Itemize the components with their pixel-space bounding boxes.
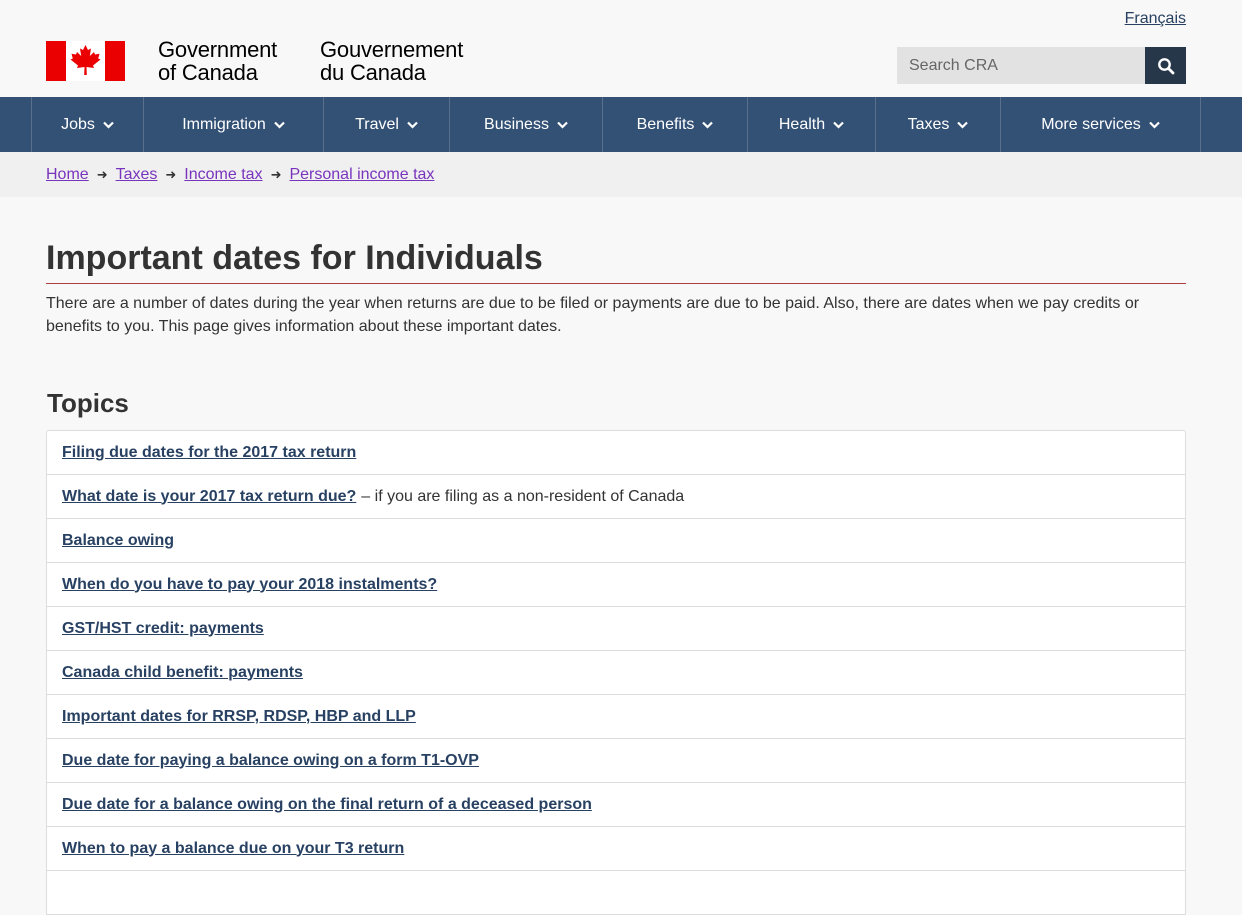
chevron-down-icon xyxy=(1149,121,1160,129)
topic-description: – if you are filing as a non-resident of… xyxy=(361,487,685,505)
topic-link[interactable]: When to pay a balance due on your T3 ret… xyxy=(62,840,404,858)
breadcrumb-home[interactable]: Home xyxy=(46,166,89,184)
arrow-right-icon: ➜ xyxy=(270,166,282,182)
main-content: Important dates for Individuals There ar… xyxy=(0,239,1242,915)
list-item: Canada child benefit: payments xyxy=(47,651,1185,695)
search-form xyxy=(897,47,1186,84)
topic-link[interactable]: Due date for a balance owing on the fina… xyxy=(62,796,592,814)
signature-english: Government of Canada xyxy=(158,38,277,84)
chevron-down-icon xyxy=(957,121,969,129)
menu-item-label: Jobs xyxy=(61,115,95,133)
topic-link[interactable]: GST/HST credit: payments xyxy=(62,620,264,638)
chevron-down-icon xyxy=(274,121,285,129)
chevron-down-icon xyxy=(103,121,114,129)
topic-link[interactable]: What date is your 2017 tax return due? xyxy=(62,488,356,506)
main-menu: Jobs Immigration Travel Business Benefit… xyxy=(0,97,1242,152)
list-item: Filing due dates for the 2017 tax return xyxy=(47,431,1185,475)
menu-item-label: Travel xyxy=(355,115,399,133)
menu-item-immigration[interactable]: Immigration xyxy=(143,97,323,152)
menu-item-more-services[interactable]: More services xyxy=(1000,97,1201,152)
arrow-right-icon: ➜ xyxy=(165,166,177,182)
list-item: When to pay a balance due on your T3 ret… xyxy=(47,827,1185,871)
list-item: What date is your 2017 tax return due? –… xyxy=(47,475,1185,519)
menu-item-health[interactable]: Health xyxy=(747,97,875,152)
site-header: Français Government of Canada Gouverneme… xyxy=(0,0,1242,97)
breadcrumb: Home ➜ Taxes ➜ Income tax ➜ Personal inc… xyxy=(0,152,1242,197)
chevron-down-icon xyxy=(702,121,714,129)
list-item xyxy=(47,871,1185,915)
arrow-right-icon: ➜ xyxy=(96,166,108,182)
breadcrumb-personal-income-tax[interactable]: Personal income tax xyxy=(289,166,434,184)
signature-en-line1: Government xyxy=(158,37,278,62)
list-item: Due date for a balance owing on the fina… xyxy=(47,783,1185,827)
breadcrumb-taxes[interactable]: Taxes xyxy=(116,166,158,184)
menu-item-taxes[interactable]: Taxes xyxy=(875,97,1000,152)
menu-item-benefits[interactable]: Benefits xyxy=(602,97,747,152)
topic-link[interactable]: Important dates for RRSP, RDSP, HBP and … xyxy=(62,708,416,726)
topic-link[interactable]: Canada child benefit: payments xyxy=(62,664,303,682)
search-icon xyxy=(1157,57,1174,74)
search-button[interactable] xyxy=(1145,47,1186,84)
list-item: When do you have to pay your 2018 instal… xyxy=(47,563,1185,607)
language-toggle-link[interactable]: Français xyxy=(1125,10,1186,28)
menu-item-label: Health xyxy=(778,115,826,133)
topic-link[interactable]: When do you have to pay your 2018 instal… xyxy=(62,576,437,594)
menu-item-business[interactable]: Business xyxy=(449,97,602,152)
menu-item-label: Taxes xyxy=(907,115,950,133)
topics-list: Filing due dates for the 2017 tax return… xyxy=(46,430,1186,915)
page-title: Important dates for Individuals xyxy=(46,239,1186,284)
search-input[interactable] xyxy=(897,47,1145,84)
chevron-down-icon xyxy=(407,121,418,129)
menu-item-label: Benefits xyxy=(636,115,695,133)
signature-fr-line2: du Canada xyxy=(320,60,426,85)
menu-item-travel[interactable]: Travel xyxy=(323,97,449,152)
canada-flag-icon[interactable] xyxy=(46,41,125,81)
topic-link[interactable]: Filing due dates for the 2017 tax return xyxy=(62,444,356,462)
breadcrumb-income-tax[interactable]: Income tax xyxy=(184,166,262,184)
list-item: GST/HST credit: payments xyxy=(47,607,1185,651)
signature-en-line2: of Canada xyxy=(158,60,258,85)
signature-fr-line1: Gouvernement xyxy=(320,37,464,62)
chevron-down-icon xyxy=(833,121,844,129)
signature-french: Gouvernement du Canada xyxy=(320,38,463,84)
list-item: Balance owing xyxy=(47,519,1185,563)
topics-heading: Topics xyxy=(47,388,129,418)
menu-item-jobs[interactable]: Jobs xyxy=(31,97,143,152)
chevron-down-icon xyxy=(557,121,568,129)
intro-paragraph: There are a number of dates during the y… xyxy=(46,295,1140,335)
menu-item-label: Business xyxy=(484,115,549,133)
topic-link[interactable]: Balance owing xyxy=(62,532,174,550)
menu-item-label: Immigration xyxy=(182,115,266,133)
list-item: Due date for paying a balance owing on a… xyxy=(47,739,1185,783)
list-item: Important dates for RRSP, RDSP, HBP and … xyxy=(47,695,1185,739)
menu-item-label: More services xyxy=(1041,115,1141,133)
topic-link[interactable]: Due date for paying a balance owing on a… xyxy=(62,752,479,770)
